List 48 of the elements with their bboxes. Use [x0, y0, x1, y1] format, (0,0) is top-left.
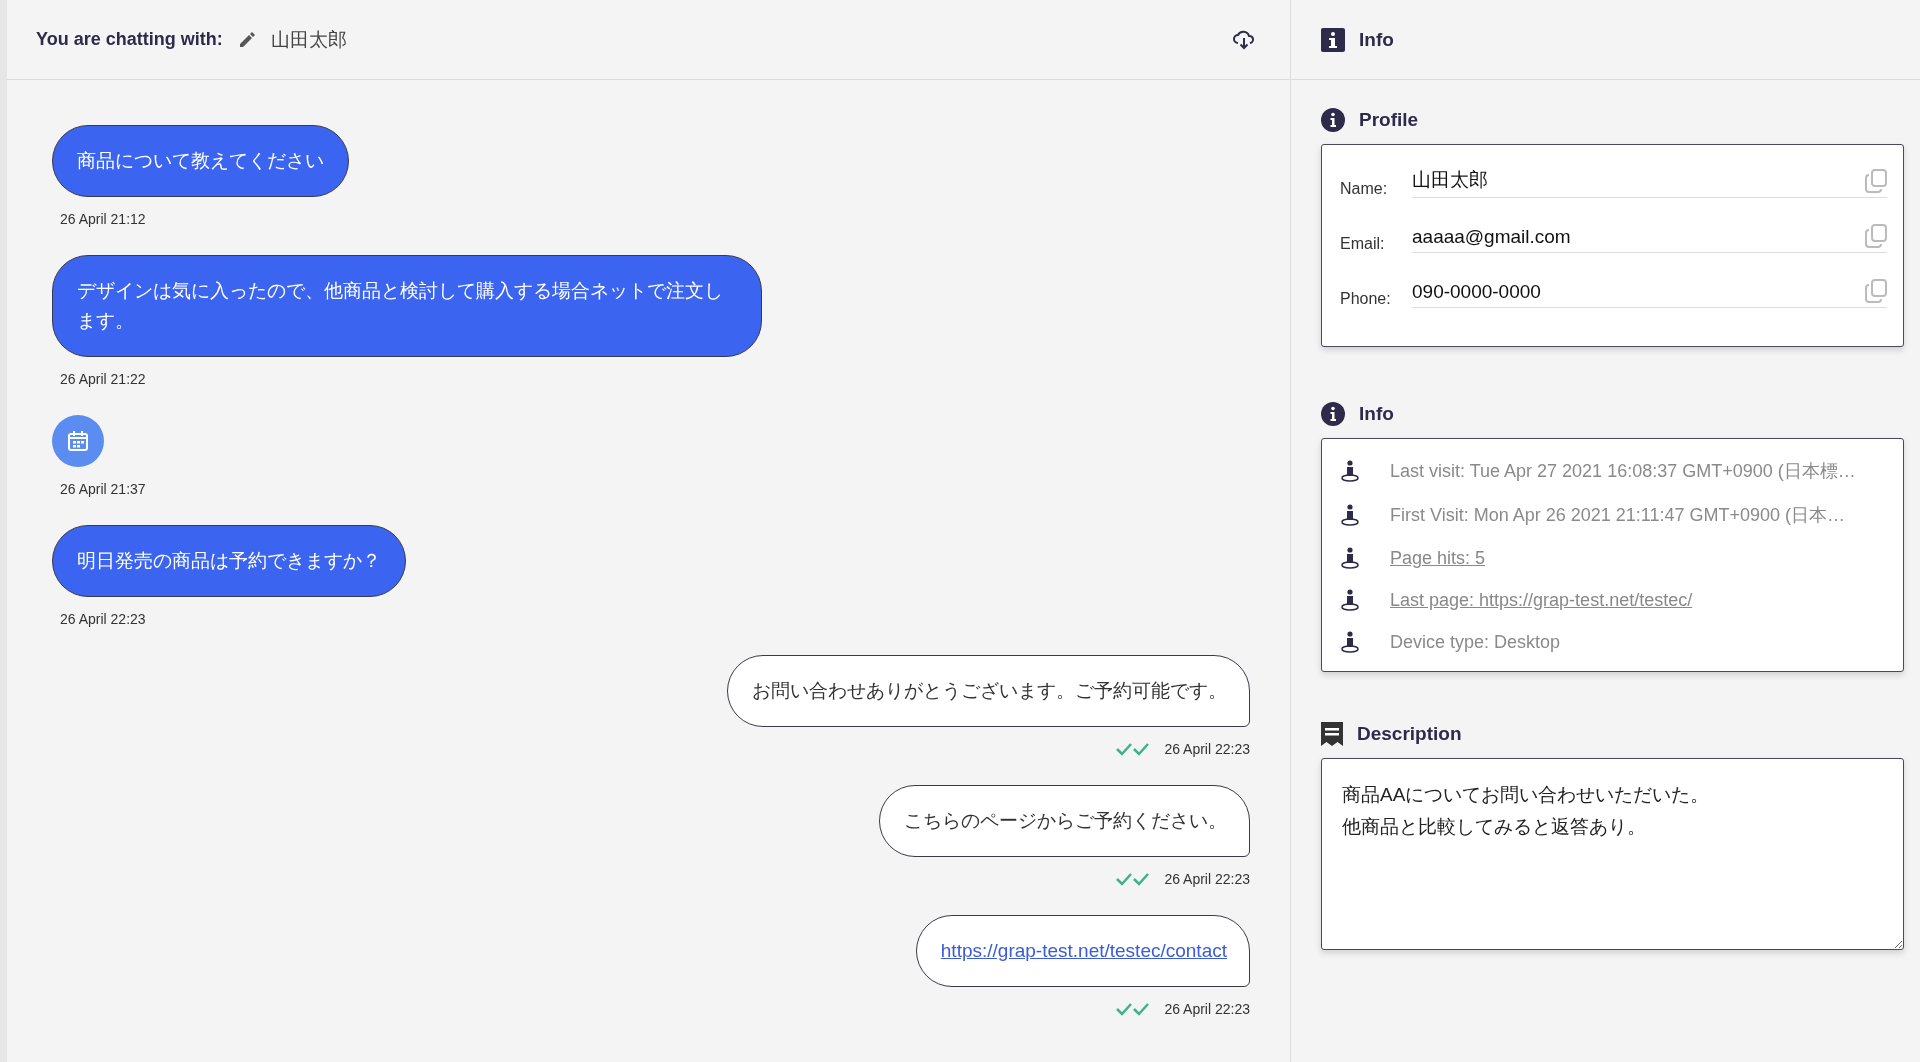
section-title: Info: [1359, 403, 1394, 425]
info-icon: [1321, 108, 1345, 132]
message-time: 26 April 21:22: [60, 371, 146, 387]
copy-icon[interactable]: [1865, 279, 1887, 303]
message-link[interactable]: https://grap-test.net/testec/contact: [940, 940, 1227, 961]
message-bubble: こちらのページからご予約ください。: [879, 785, 1250, 857]
cloud-download-icon[interactable]: [1232, 29, 1256, 50]
message-time: 26 April 22:23: [1164, 1001, 1250, 1017]
attachment-button[interactable]: [52, 415, 104, 467]
field-label: Email:: [1340, 235, 1386, 253]
info-text: First Visit: Mon Apr 26 2021 21:11:47 GMT+0900 (日本…: [1390, 504, 1846, 527]
calendar-icon: [67, 430, 89, 452]
info-text: Last visit: Tue Apr 27 2021 16:08:37 GMT+0900 (日本標…: [1390, 460, 1856, 483]
message-bubble: お問い合わせありがとうございます。ご予約可能です。: [727, 655, 1250, 727]
message-bubble: 商品について教えてください: [52, 125, 349, 197]
person-icon: [1340, 631, 1360, 653]
copy-icon[interactable]: [1865, 169, 1887, 193]
message-time: 26 April 22:23: [1164, 741, 1250, 757]
section-title: Profile: [1359, 109, 1419, 131]
field-value: 090-0000-0000: [1412, 281, 1541, 303]
message-bubble: デザインは気に入ったので、他商品と検討して購入する場合ネットで注文します。: [52, 255, 762, 357]
description-field[interactable]: 商品AAについてお問い合わせいただいた。 他商品と比較してみると返答あり。: [1321, 758, 1904, 950]
field-value: aaaaa@gmail.com: [1412, 226, 1571, 248]
receipt-icon: [1321, 722, 1343, 746]
person-icon: [1340, 547, 1360, 569]
message-time: 26 April 22:23: [1164, 871, 1250, 887]
info-icon: [1321, 27, 1345, 52]
field-label: Name:: [1340, 180, 1389, 198]
field-value: 山田太郎: [1412, 168, 1488, 192]
info-icon: [1321, 402, 1345, 426]
info-link[interactable]: Page hits: 5: [1390, 547, 1486, 569]
copy-icon[interactable]: [1865, 224, 1887, 248]
description-text: 他商品と比較してみると返答あり。: [1342, 815, 1647, 839]
panel-title: Info: [1359, 28, 1394, 51]
person-icon: [1340, 460, 1360, 482]
section-title: Description: [1357, 723, 1462, 745]
info-link[interactable]: Last page: https://grap-test.net/testec/: [1390, 589, 1693, 611]
field-label: Phone:: [1340, 290, 1392, 308]
person-icon: [1340, 589, 1360, 611]
message-time: 26 April 21:37: [60, 481, 146, 497]
chat-partner-label: You are chatting with:: [36, 29, 223, 50]
message-bubble: 明日発売の商品は予約できますか？: [52, 525, 406, 597]
message-time: 26 April 22:23: [60, 611, 146, 627]
message-time: 26 April 21:12: [60, 211, 146, 227]
person-icon: [1340, 504, 1360, 526]
info-text: Device type: Desktop: [1390, 631, 1561, 653]
description-text: 商品AAについてお問い合わせいただいた。: [1342, 783, 1711, 807]
contact-name: 山田太郎: [270, 27, 347, 52]
